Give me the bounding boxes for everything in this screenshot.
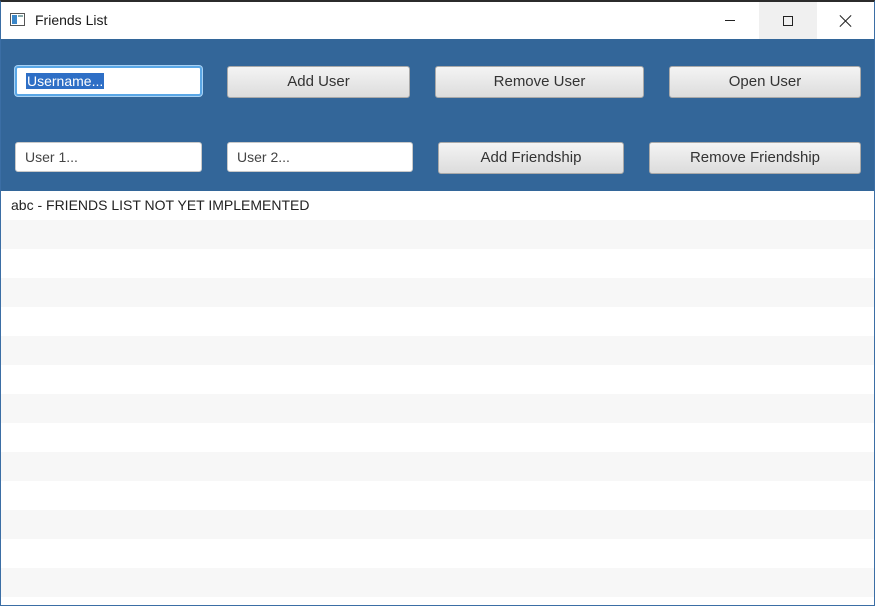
user1-input[interactable] xyxy=(15,142,202,172)
list-item[interactable] xyxy=(1,278,874,307)
user2-input[interactable] xyxy=(227,142,413,172)
username-input[interactable]: Username... xyxy=(15,66,202,96)
friends-list[interactable]: abc - FRIENDS LIST NOT YET IMPLEMENTED xyxy=(1,191,874,605)
minimize-icon xyxy=(725,20,735,21)
list-item[interactable] xyxy=(1,510,874,539)
list-item[interactable] xyxy=(1,481,874,510)
add-user-button[interactable]: Add User xyxy=(227,66,410,98)
list-item[interactable] xyxy=(1,249,874,278)
close-button[interactable] xyxy=(817,2,874,39)
toolbar: Username... Add User Remove User Open Us… xyxy=(1,39,874,191)
add-friendship-button[interactable]: Add Friendship xyxy=(438,142,624,174)
list-item[interactable] xyxy=(1,220,874,249)
list-item[interactable] xyxy=(1,568,874,597)
remove-friendship-button[interactable]: Remove Friendship xyxy=(649,142,861,174)
window-title: Friends List xyxy=(35,12,108,28)
minimize-button[interactable] xyxy=(701,2,759,39)
list-item[interactable] xyxy=(1,307,874,336)
app-icon xyxy=(10,13,25,26)
app-window: Friends List Username... Add User Remove… xyxy=(0,0,875,606)
list-item[interactable] xyxy=(1,394,874,423)
list-item[interactable] xyxy=(1,452,874,481)
list-item[interactable] xyxy=(1,423,874,452)
close-icon xyxy=(840,15,852,27)
title-bar[interactable]: Friends List xyxy=(1,2,874,39)
open-user-button[interactable]: Open User xyxy=(669,66,861,98)
list-item[interactable] xyxy=(1,365,874,394)
maximize-button[interactable] xyxy=(759,2,817,39)
list-item[interactable] xyxy=(1,336,874,365)
maximize-icon xyxy=(783,15,793,26)
username-input-text: Username... xyxy=(26,73,105,89)
remove-user-button[interactable]: Remove User xyxy=(435,66,644,98)
list-item[interactable] xyxy=(1,539,874,568)
list-item[interactable]: abc - FRIENDS LIST NOT YET IMPLEMENTED xyxy=(1,191,874,220)
